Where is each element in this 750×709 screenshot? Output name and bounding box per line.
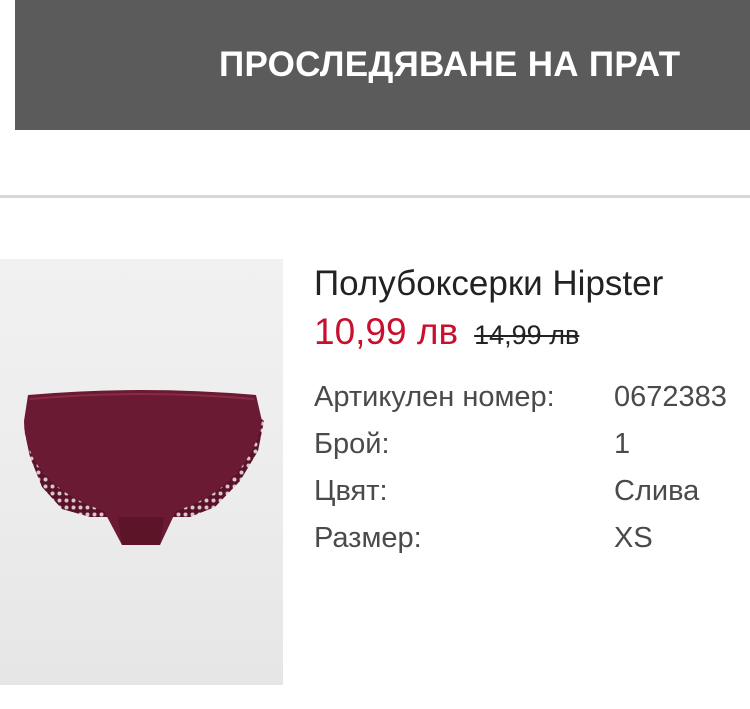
sale-price: 10,99 лв [314,311,459,352]
product-image[interactable] [0,259,283,685]
price-row: 10,99 лв 14,99 лв [314,310,750,354]
quantity-value: 1 [614,428,631,460]
order-item-page: ПРОСЛЕДЯВАНЕ НА ПРАТ Полубоксерки Hipste… [0,0,750,709]
product-info-table: Артикулен номер: 0672383 Брой: 1 Цвят: С… [314,376,750,560]
color-label: Цвят: [314,475,388,507]
size-label: Размер: [314,522,422,554]
product-name[interactable]: Полубоксерки Hipster [314,262,750,306]
article-number-value: 0672383 [614,381,727,413]
track-shipment-button[interactable]: ПРОСЛЕДЯВАНЕ НА ПРАТ [15,0,750,130]
product-details: Полубоксерки Hipster 10,99 лв 14,99 лв А… [314,262,750,560]
original-price: 14,99 лв [474,320,580,350]
quantity-label: Брой: [314,428,390,460]
color-value: Слива [614,475,700,507]
section-divider [0,195,750,198]
article-number-label: Артикулен номер: [314,381,555,413]
size-value: XS [614,522,653,554]
